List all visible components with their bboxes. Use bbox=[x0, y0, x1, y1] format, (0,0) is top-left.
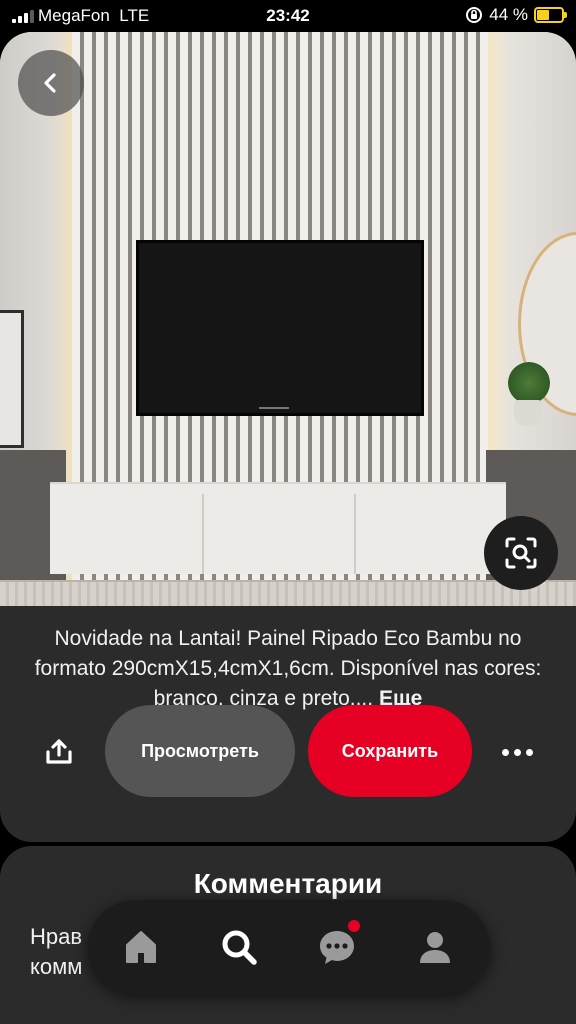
pin-image[interactable] bbox=[0, 32, 576, 606]
pin-description: Novidade na Lantai! Painel Ripado Eco Ba… bbox=[20, 624, 556, 714]
status-right: 44 % bbox=[465, 5, 567, 25]
profile-icon bbox=[420, 932, 450, 963]
photo-bed bbox=[0, 580, 576, 606]
visual-search-button[interactable] bbox=[484, 516, 558, 590]
save-button[interactable]: Сохранить bbox=[308, 705, 472, 797]
search-icon bbox=[222, 930, 257, 965]
nav-messages[interactable] bbox=[312, 920, 362, 972]
photo-plant bbox=[502, 362, 556, 432]
photo-cabinet bbox=[50, 482, 506, 574]
messages-icon bbox=[320, 931, 354, 964]
nav-profile[interactable] bbox=[410, 922, 460, 972]
nav-search[interactable] bbox=[214, 922, 264, 972]
back-button[interactable] bbox=[18, 50, 84, 116]
comments-title: Комментарии bbox=[193, 868, 383, 899]
bottom-navigation bbox=[88, 900, 490, 994]
battery-charging-icon bbox=[534, 7, 567, 23]
battery-percent: 44 % bbox=[489, 5, 528, 24]
more-dots-icon[interactable] bbox=[494, 729, 540, 775]
notification-dot bbox=[348, 920, 360, 932]
status-bar: MegaFon LTE 23:42 44 % bbox=[0, 0, 576, 32]
nav-home[interactable] bbox=[116, 922, 166, 972]
photo-tv bbox=[136, 240, 424, 416]
pin-description-text: Novidade na Lantai! Painel Ripado Eco Ba… bbox=[34, 627, 542, 710]
share-icon bbox=[46, 739, 72, 764]
photo-frame bbox=[0, 310, 24, 448]
chevron-left-icon bbox=[44, 73, 56, 93]
view-button[interactable]: Просмотреть bbox=[105, 705, 295, 797]
home-icon bbox=[126, 931, 156, 963]
orientation-lock-icon bbox=[466, 7, 483, 23]
share-button[interactable] bbox=[36, 729, 82, 775]
action-bar: Просмотреть Сохранить bbox=[0, 705, 576, 797]
lens-search-icon bbox=[505, 537, 537, 569]
